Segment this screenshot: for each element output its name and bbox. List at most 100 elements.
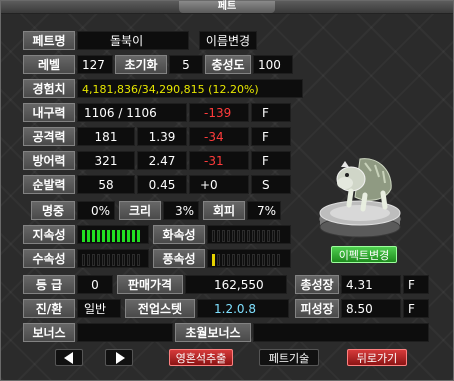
title-bar[interactable]: 페트 (1, 1, 453, 14)
earth-gauge-segment (137, 230, 140, 242)
wind-gauge-segment (262, 254, 265, 266)
earth-gauge-segment (82, 230, 85, 242)
stat-label-durability: 내구력 (23, 103, 75, 122)
earth-element-bar (77, 225, 149, 244)
earth-element-gauge (82, 229, 142, 242)
water-gauge-segment (92, 254, 95, 266)
skill-stat-label: 전업스텟 (125, 299, 195, 318)
stat-label-attack: 공격력 (23, 127, 75, 146)
stat-value-attack: 181 (77, 127, 135, 146)
water-gauge-segment (117, 254, 120, 266)
pet-preview-image (319, 158, 401, 238)
wind-gauge-segment (237, 254, 240, 266)
wind-gauge-segment (277, 254, 280, 266)
window-title: 페트 (179, 1, 275, 13)
wind-gauge-segment (247, 254, 250, 266)
level-value: 127 (77, 55, 113, 74)
init-value: 5 (169, 55, 203, 74)
earth-gauge-segment (127, 230, 130, 242)
wind-gauge-segment (242, 254, 245, 266)
rename-button[interactable]: 이름변경 (199, 31, 257, 50)
init-label: 초기화 (115, 55, 167, 74)
stat-mod-attack: -34 (189, 127, 249, 146)
next-pet-button[interactable] (105, 349, 133, 366)
left-arrow-icon (64, 352, 73, 364)
right-arrow-icon (116, 352, 125, 364)
fire-gauge-segment (217, 230, 220, 242)
super-bonus-value (253, 323, 429, 342)
water-gauge-segment (132, 254, 135, 266)
stat-mod-defense: -31 (189, 151, 249, 170)
water-element-gauge (82, 253, 142, 266)
earth-gauge-segment (87, 230, 90, 242)
fire-gauge-segment (272, 230, 275, 242)
stat-grade-durability: F (251, 103, 291, 122)
water-gauge-segment (127, 254, 130, 266)
fire-gauge-segment (232, 230, 235, 242)
stat-value-durability: 1106 / 1106 (77, 103, 187, 122)
evade-label: 회피 (203, 201, 245, 220)
evade-value: 7% (247, 201, 281, 220)
hp-growth-value: 8.50 (341, 299, 401, 318)
earth-gauge-segment (102, 230, 105, 242)
stat-rate-agility: 0.45 (137, 175, 187, 194)
fire-gauge-segment (257, 230, 260, 242)
effect-change-button[interactable]: 이펙트변경 (331, 246, 397, 263)
earth-gauge-segment (92, 230, 95, 242)
evolution-label: 진/환 (23, 299, 75, 318)
back-button[interactable]: 뒤로가기 (347, 349, 407, 366)
price-label: 판매가격 (117, 275, 183, 294)
wind-gauge-segment (267, 254, 270, 266)
prev-pet-button[interactable] (55, 349, 83, 366)
earth-gauge-segment (107, 230, 110, 242)
wind-gauge-segment (257, 254, 260, 266)
total-growth-value: 4.31 (341, 275, 401, 294)
fire-element-label: 화속성 (153, 225, 205, 244)
crit-value: 3% (163, 201, 199, 220)
fire-gauge-segment (227, 230, 230, 242)
pet-name-label: 페트명 (23, 31, 75, 50)
wind-gauge-segment (272, 254, 275, 266)
stat-mod-durability: -139 (189, 103, 249, 122)
hit-value: 0% (77, 201, 115, 220)
earth-element-label: 지속성 (23, 225, 75, 244)
stat-grade-agility: S (251, 175, 291, 194)
stat-label-defense: 방어력 (23, 151, 75, 170)
water-gauge-segment (112, 254, 115, 266)
exp-value: 4,181,836/34,290,815 (12.20%) (77, 79, 303, 98)
crit-label: 크리 (119, 201, 161, 220)
grade-label: 등 급 (23, 275, 75, 294)
soul-extract-button[interactable]: 영혼석추출 (169, 349, 233, 366)
level-label: 레벨 (23, 55, 75, 74)
total-growth-label: 총성장 (295, 275, 339, 294)
pet-skill-button[interactable]: 페트기술 (259, 349, 319, 366)
stat-value-agility: 58 (77, 175, 135, 194)
water-gauge-segment (87, 254, 90, 266)
fire-element-gauge (212, 229, 282, 242)
wind-gauge-segment (217, 254, 220, 266)
earth-gauge-segment (122, 230, 125, 242)
stat-grade-defense: F (251, 151, 291, 170)
fire-gauge-segment (237, 230, 240, 242)
earth-gauge-segment (112, 230, 115, 242)
fire-element-bar (207, 225, 291, 244)
loyalty-value: 100 (253, 55, 293, 74)
water-element-bar (77, 249, 149, 268)
wind-element-bar (207, 249, 291, 268)
wind-element-gauge (212, 253, 282, 266)
fire-gauge-segment (212, 230, 215, 242)
hp-growth-label: 피성장 (295, 299, 339, 318)
earth-gauge-segment (97, 230, 100, 242)
stat-mod-agility: +0 (189, 175, 249, 194)
wind-gauge-segment (232, 254, 235, 266)
stat-rate-defense: 2.47 (137, 151, 187, 170)
wind-gauge-segment (212, 254, 215, 266)
stat-grade-attack: F (251, 127, 291, 146)
stat-label-agility: 순발력 (23, 175, 75, 194)
fire-gauge-segment (247, 230, 250, 242)
price-value: 162,550 (185, 275, 287, 294)
fire-gauge-segment (277, 230, 280, 242)
hp-growth-grade: F (403, 299, 429, 318)
wind-gauge-segment (252, 254, 255, 266)
super-bonus-label: 초월보너스 (175, 323, 251, 342)
